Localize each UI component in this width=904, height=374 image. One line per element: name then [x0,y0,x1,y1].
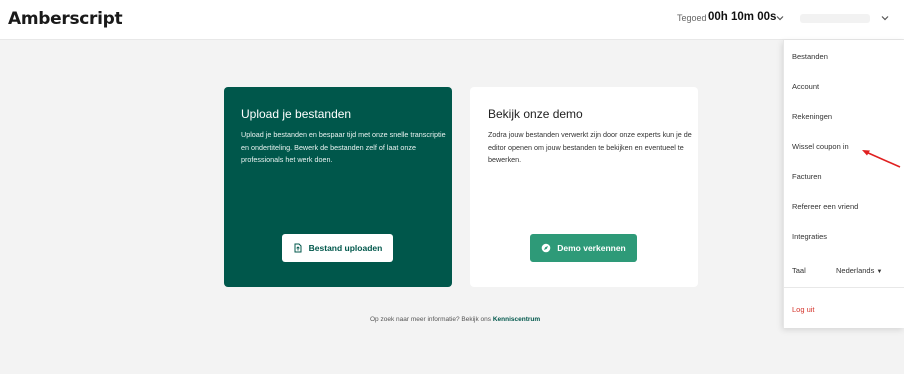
file-upload-icon [294,243,302,253]
menu-item-redeem-coupon[interactable]: Wissel coupon in [792,142,849,151]
menu-item-files[interactable]: Bestanden [792,52,828,61]
upload-file-button-label: Bestand uploaden [308,243,383,253]
menu-item-account[interactable]: Account [792,82,819,91]
top-bar: Amberscript Tegoed 00h 10m 00s [0,0,904,40]
account-chevron-down-icon[interactable] [880,13,890,23]
demo-card-description: Zodra jouw bestanden verwerkt zijn door … [488,130,692,164]
account-dropdown-menu: Bestanden Account Rekeningen Wissel coup… [783,40,904,328]
upload-card-description: Upload je bestanden en bespaar tijd met … [241,130,446,164]
caret-down-icon: ▼ [876,269,883,275]
demo-card: Bekijk onze demo Zodra jouw bestanden ve… [470,87,698,287]
info-footer-text: Op zoek naar meer informatie? Bekijk ons [370,316,492,323]
chevron-down-icon[interactable] [775,13,785,23]
language-select[interactable]: Nederlands ▼ [836,266,882,275]
explore-demo-button[interactable]: Demo verkennen [530,234,637,262]
app-logo[interactable]: Amberscript [8,9,123,29]
info-footer: Op zoek naar meer informatie? Bekijk ons… [370,316,540,323]
account-name-blurred[interactable] [800,14,870,23]
menu-divider [784,287,904,288]
language-select-value: Nederlands [836,266,875,275]
compass-icon [541,243,551,253]
upload-card: Upload je bestanden Upload je bestanden … [224,87,452,287]
language-label: Taal [792,266,806,275]
knowledge-center-link[interactable]: Kenniscentrum [493,316,540,323]
menu-item-billing[interactable]: Rekeningen [792,112,832,121]
explore-demo-button-label: Demo verkennen [557,243,626,253]
credit-value: 00h 10m 00s [708,11,777,23]
logout-button[interactable]: Log uit [792,305,815,314]
menu-item-integrations[interactable]: Integraties [792,232,827,241]
red-annotation-arrow-icon [862,150,901,168]
menu-item-refer-friend[interactable]: Refereer een vriend [792,202,858,211]
upload-card-title: Upload je bestanden [241,107,352,121]
credit-label: Tegoed [677,13,707,23]
menu-item-invoices[interactable]: Facturen [792,172,822,181]
demo-card-title: Bekijk onze demo [488,107,583,121]
upload-file-button[interactable]: Bestand uploaden [282,234,393,262]
